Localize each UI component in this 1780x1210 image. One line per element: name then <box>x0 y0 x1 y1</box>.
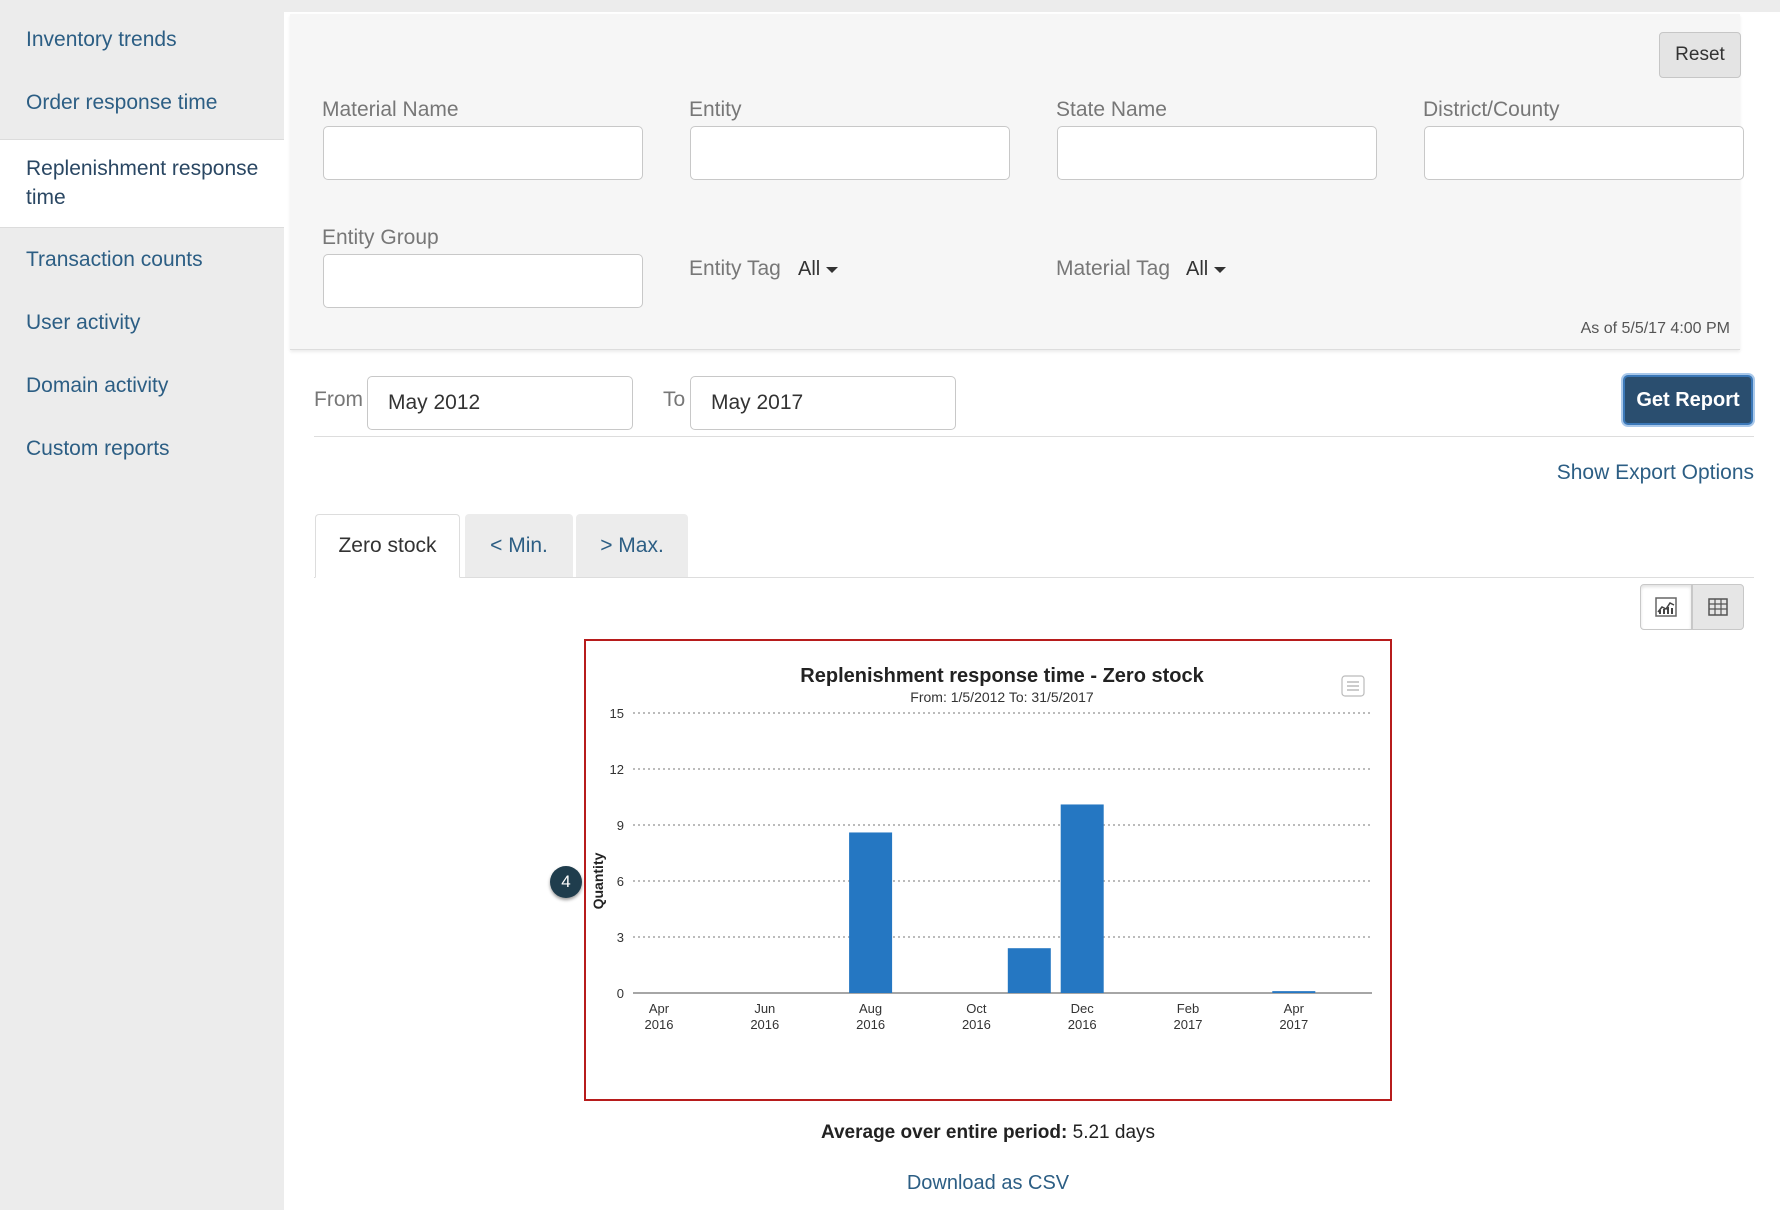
x-tick-label: Feb <box>1177 1001 1199 1016</box>
table-icon <box>1708 598 1728 616</box>
x-tick-label: 2016 <box>856 1017 885 1032</box>
x-tick-label: 2017 <box>1279 1017 1308 1032</box>
from-label: From <box>314 388 363 411</box>
bar[interactable] <box>1007 948 1051 993</box>
x-tick-label: 2016 <box>750 1017 779 1032</box>
average-summary: Average over entire period: 5.21 days <box>584 1122 1392 1144</box>
sidebar-item-order-response-time[interactable]: Order response time <box>0 91 284 115</box>
chart-icon <box>1655 597 1677 617</box>
entity-tag-dropdown[interactable]: All <box>798 258 839 281</box>
y-tick-label: 12 <box>610 762 624 777</box>
chart-subtitle: From: 1/5/2012 To: 31/5/2017 <box>910 689 1094 705</box>
material-tag-dropdown[interactable]: All <box>1186 258 1227 281</box>
x-tick-label: Apr <box>649 1001 670 1016</box>
caret-down-icon <box>1214 266 1227 273</box>
chart-view-toggle[interactable] <box>1640 584 1692 630</box>
x-tick-label: Apr <box>1284 1001 1305 1016</box>
sidebar: Inventory trends Order response time Rep… <box>0 0 284 1210</box>
bar[interactable] <box>849 832 893 993</box>
entity-input[interactable] <box>690 126 1010 180</box>
x-tick-label: 2016 <box>645 1017 674 1032</box>
main-panel: Reset Material Name Entity State Name Di… <box>284 12 1780 1210</box>
caret-down-icon <box>826 266 839 273</box>
sidebar-item-domain-activity[interactable]: Domain activity <box>0 374 284 398</box>
y-axis-label: Quantity <box>590 852 606 909</box>
get-report-button[interactable]: Get Report <box>1623 375 1753 425</box>
entity-group-input[interactable] <box>323 254 643 308</box>
tab-zero-stock[interactable]: Zero stock <box>315 514 460 578</box>
district-county-label: District/County <box>1423 98 1560 121</box>
reset-button[interactable]: Reset <box>1659 32 1741 78</box>
chart-menu-button[interactable] <box>1341 675 1365 697</box>
to-label: To <box>663 388 686 411</box>
state-name-input[interactable] <box>1057 126 1377 180</box>
sidebar-item-transaction-counts[interactable]: Transaction counts <box>0 248 284 272</box>
x-tick-label: Oct <box>966 1001 987 1016</box>
x-tick-label: 2016 <box>962 1017 991 1032</box>
sidebar-item-inventory-trends[interactable]: Inventory trends <box>0 28 284 52</box>
tab-max[interactable]: > Max. <box>576 514 688 578</box>
average-label: Average over entire period: <box>820 1122 1068 1143</box>
bar-chart: Replenishment response time - Zero stock… <box>590 665 1372 1032</box>
y-tick-label: 15 <box>610 706 624 721</box>
divider <box>314 436 1754 437</box>
x-tick-label: 2017 <box>1174 1017 1203 1032</box>
y-tick-label: 3 <box>617 930 624 945</box>
tabs-divider <box>314 577 1754 578</box>
y-tick-label: 6 <box>617 874 624 889</box>
to-date-input[interactable]: May 2017 <box>690 376 956 430</box>
material-tag-label: Material Tag <box>1056 257 1171 280</box>
state-name-label: State Name <box>1056 98 1167 121</box>
as-of-timestamp: As of 5/5/17 4:00 PM <box>1580 320 1730 337</box>
y-tick-label: 9 <box>617 818 624 833</box>
from-date-input[interactable]: May 2012 <box>367 376 633 430</box>
step-callout-badge: 4 <box>550 866 582 898</box>
chart-frame: Replenishment response time - Zero stock… <box>584 639 1392 1101</box>
x-tick-label: Dec <box>1071 1001 1095 1016</box>
download-csv-link[interactable]: Download as CSV <box>584 1172 1392 1195</box>
x-tick-label: Aug <box>859 1001 882 1016</box>
sidebar-item-custom-reports[interactable]: Custom reports <box>0 437 284 461</box>
show-export-options-link[interactable]: Show Export Options <box>1557 461 1754 485</box>
table-view-toggle[interactable] <box>1692 584 1744 630</box>
bar[interactable] <box>1060 804 1104 993</box>
district-county-input[interactable] <box>1424 126 1744 180</box>
sidebar-item-user-activity[interactable]: User activity <box>0 311 284 335</box>
chart-title: Replenishment response time - Zero stock <box>800 665 1204 687</box>
tab-min[interactable]: < Min. <box>465 514 573 578</box>
material-name-input[interactable] <box>323 126 643 180</box>
filter-panel: Reset Material Name Entity State Name Di… <box>290 14 1744 350</box>
sidebar-item-replenishment-response-time[interactable]: Replenishment response time <box>0 139 284 228</box>
x-tick-label: 2016 <box>1068 1017 1097 1032</box>
bar[interactable] <box>1272 991 1316 993</box>
y-tick-label: 0 <box>617 986 624 1001</box>
entity-label: Entity <box>689 98 742 121</box>
x-tick-label: Jun <box>754 1001 775 1016</box>
entity-tag-value: All <box>798 258 821 280</box>
entity-group-label: Entity Group <box>322 226 439 249</box>
material-tag-value: All <box>1186 258 1209 280</box>
material-name-label: Material Name <box>322 98 459 121</box>
entity-tag-label: Entity Tag <box>689 257 781 280</box>
average-value: 5.21 days <box>1072 1122 1156 1143</box>
